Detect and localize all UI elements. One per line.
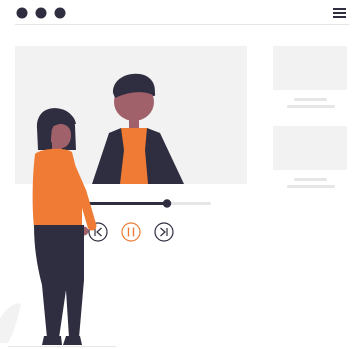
progress-handle[interactable] [162, 199, 172, 208]
hamburger-menu-icon[interactable] [333, 8, 346, 18]
pause-icon[interactable] [121, 222, 141, 242]
header-divider [15, 24, 349, 25]
suggested-video-card[interactable] [273, 46, 347, 108]
suggested-video-card[interactable] [273, 126, 347, 188]
video-player-illustration [0, 7, 349, 347]
window-dot [35, 7, 47, 19]
decorative-leaf-shape [0, 303, 21, 343]
illustration-canvas [0, 0, 356, 349]
window-controls [16, 7, 66, 19]
fast-forward-icon[interactable] [154, 222, 174, 242]
window-dot [16, 7, 28, 19]
floor-line [8, 346, 116, 347]
window-dot [54, 7, 66, 19]
